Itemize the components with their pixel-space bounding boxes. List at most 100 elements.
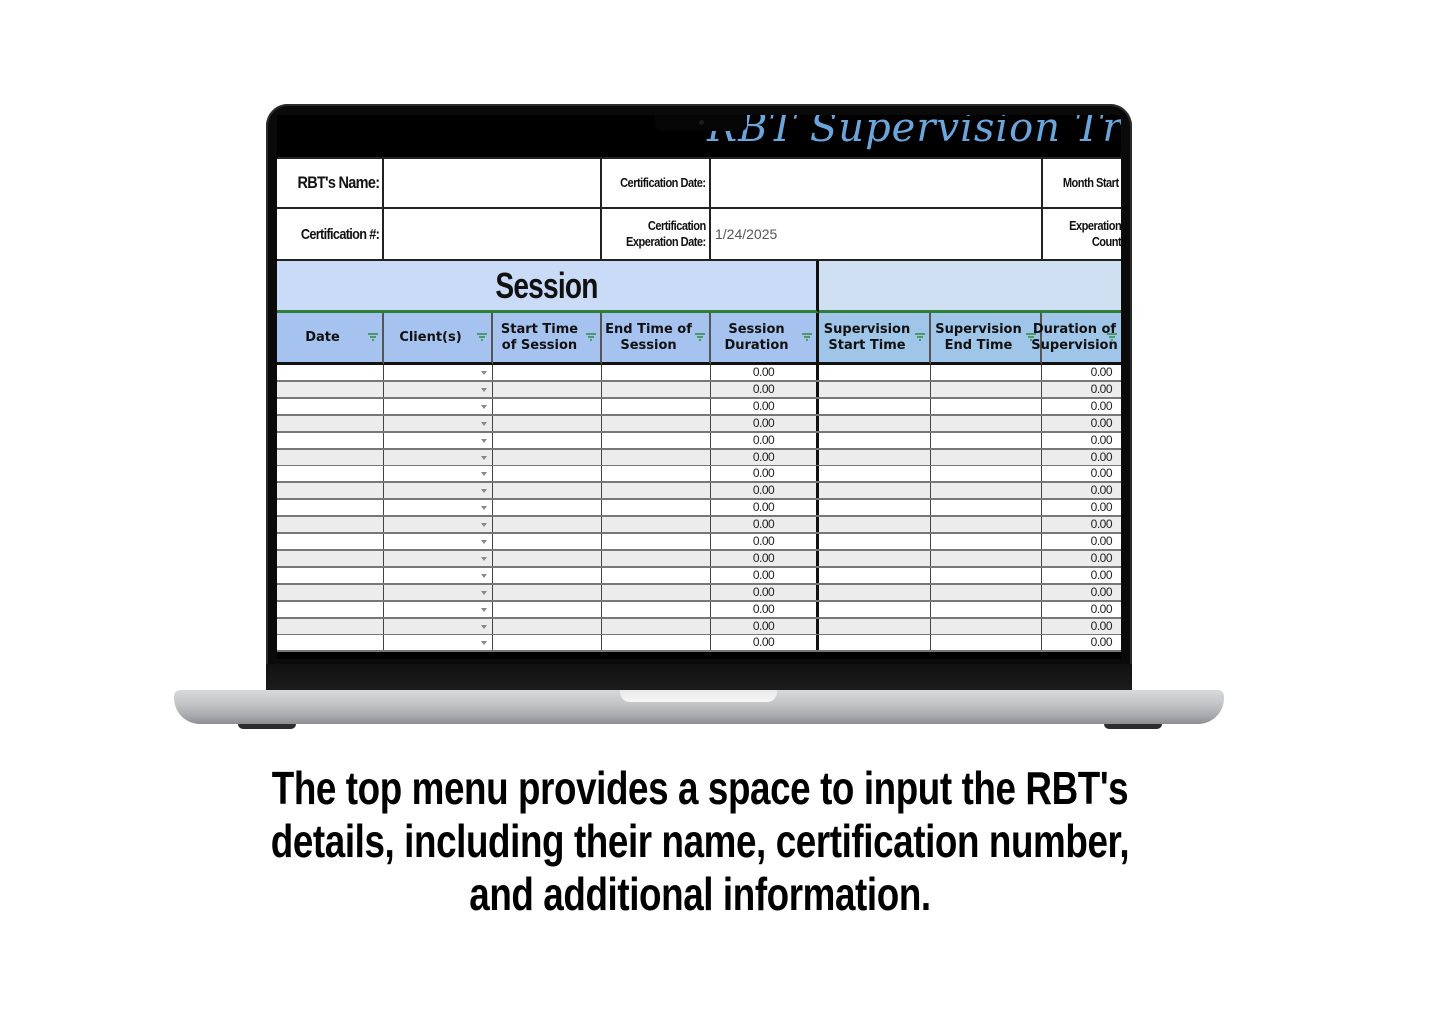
cell-session-end[interactable] <box>602 449 711 465</box>
cell-supervision-duration[interactable]: 0.00 <box>1042 619 1121 634</box>
dropdown-arrow-icon[interactable] <box>481 387 487 392</box>
cell-supervision-duration[interactable]: 0.00 <box>1042 433 1121 448</box>
cell-session-start[interactable] <box>493 584 602 600</box>
cell-session-duration[interactable]: 0.00 <box>711 550 819 566</box>
cell-session-end[interactable] <box>602 601 711 617</box>
cell-session-end[interactable] <box>602 500 711 516</box>
cell-clients[interactable] <box>384 415 493 431</box>
cell-supervision-end[interactable] <box>931 517 1042 533</box>
cell-session-start[interactable] <box>493 466 602 482</box>
cell-session-duration[interactable]: 0.00 <box>711 517 819 533</box>
cell-clients[interactable] <box>384 365 493 380</box>
cell-supervision-end[interactable] <box>931 534 1042 549</box>
cell-session-start[interactable] <box>493 635 602 651</box>
cell-session-end[interactable] <box>602 415 711 431</box>
cell-supervision-start[interactable] <box>819 584 931 600</box>
cell-clients[interactable] <box>384 618 493 634</box>
cell-supervision-start[interactable] <box>819 635 931 651</box>
filter-icon[interactable] <box>802 333 812 342</box>
cell-date[interactable] <box>277 415 384 431</box>
cell-supervision-end[interactable] <box>931 432 1042 448</box>
cell-session-duration[interactable]: 0.00 <box>711 466 819 482</box>
cell-session-end[interactable] <box>602 483 711 499</box>
cell-session-end[interactable] <box>602 635 711 651</box>
cell-supervision-duration[interactable]: 0.00 <box>1042 500 1121 515</box>
cell-supervision-start[interactable] <box>819 415 931 431</box>
cell-clients[interactable] <box>384 483 493 499</box>
cell-date[interactable] <box>277 584 384 600</box>
cell-supervision-duration[interactable]: 0.00 <box>1042 551 1121 566</box>
cell-session-start[interactable] <box>493 449 602 465</box>
cell-session-end[interactable] <box>602 618 711 634</box>
cell-date[interactable] <box>277 365 384 380</box>
cell-clients[interactable] <box>384 466 493 482</box>
cell-clients[interactable] <box>384 601 493 617</box>
dropdown-arrow-icon[interactable] <box>481 506 487 511</box>
column-header-session-start[interactable]: Start Time of Session <box>493 313 602 365</box>
cell-supervision-start[interactable] <box>819 365 931 380</box>
dropdown-arrow-icon[interactable] <box>481 472 487 477</box>
cert-number-input[interactable] <box>384 209 602 261</box>
dropdown-arrow-icon[interactable] <box>481 624 487 629</box>
cell-supervision-duration[interactable]: 0.00 <box>1042 365 1121 380</box>
cell-session-start[interactable] <box>493 517 602 533</box>
cell-date[interactable] <box>277 449 384 465</box>
cert-exp-input[interactable]: 1/24/2025 <box>711 209 1043 261</box>
filter-icon[interactable] <box>915 333 925 342</box>
cell-session-end[interactable] <box>602 381 711 397</box>
filter-icon[interactable] <box>586 333 596 342</box>
cell-session-start[interactable] <box>493 398 602 414</box>
dropdown-arrow-icon[interactable] <box>481 590 487 595</box>
cell-supervision-start[interactable] <box>819 517 931 533</box>
cell-date[interactable] <box>277 601 384 617</box>
cell-clients[interactable] <box>384 584 493 600</box>
cell-session-end[interactable] <box>602 534 711 549</box>
cell-supervision-start[interactable] <box>819 449 931 465</box>
cell-session-start[interactable] <box>493 618 602 634</box>
cell-supervision-start[interactable] <box>819 567 931 583</box>
column-header-session-end[interactable]: End Time of Session <box>602 313 711 365</box>
dropdown-arrow-icon[interactable] <box>481 573 487 578</box>
rbt-name-input[interactable] <box>384 157 602 209</box>
cell-clients[interactable] <box>384 635 493 651</box>
column-header-supervision-end[interactable]: Supervision End Time <box>931 313 1042 365</box>
cell-session-duration[interactable]: 0.00 <box>711 483 819 499</box>
cell-session-duration[interactable]: 0.00 <box>711 584 819 600</box>
cell-date[interactable] <box>277 381 384 397</box>
cell-supervision-end[interactable] <box>931 500 1042 516</box>
cell-supervision-duration[interactable]: 0.00 <box>1042 416 1121 431</box>
cell-session-start[interactable] <box>493 365 602 380</box>
cell-date[interactable] <box>277 432 384 448</box>
cell-date[interactable] <box>277 567 384 583</box>
dropdown-arrow-icon[interactable] <box>481 540 487 544</box>
cell-session-end[interactable] <box>602 398 711 414</box>
cell-supervision-start[interactable] <box>819 534 931 549</box>
dropdown-arrow-icon[interactable] <box>481 523 487 528</box>
cell-supervision-start[interactable] <box>819 466 931 482</box>
cell-supervision-start[interactable] <box>819 500 931 516</box>
dropdown-arrow-icon[interactable] <box>481 489 487 494</box>
cell-clients[interactable] <box>384 398 493 414</box>
cell-session-start[interactable] <box>493 415 602 431</box>
cell-date[interactable] <box>277 618 384 634</box>
cell-session-start[interactable] <box>493 534 602 549</box>
cell-supervision-duration[interactable]: 0.00 <box>1042 585 1121 600</box>
cell-supervision-start[interactable] <box>819 618 931 634</box>
cell-date[interactable] <box>277 398 384 414</box>
column-header-supervision-duration[interactable]: Duration of Supervision <box>1031 313 1121 365</box>
cell-session-duration[interactable]: 0.00 <box>711 381 819 397</box>
column-header-date[interactable]: Date <box>277 313 384 365</box>
cell-supervision-end[interactable] <box>931 550 1042 566</box>
dropdown-arrow-icon[interactable] <box>481 404 487 409</box>
cell-supervision-duration[interactable]: 0.00 <box>1042 399 1121 414</box>
cell-date[interactable] <box>277 483 384 499</box>
cell-supervision-end[interactable] <box>931 398 1042 414</box>
column-header-session-duration[interactable]: Session Duration <box>711 313 819 365</box>
cell-supervision-duration[interactable]: 0.00 <box>1042 568 1121 583</box>
cell-session-end[interactable] <box>602 584 711 600</box>
cell-date[interactable] <box>277 550 384 566</box>
cell-clients[interactable] <box>384 449 493 465</box>
cell-supervision-end[interactable] <box>931 483 1042 499</box>
cell-session-start[interactable] <box>493 432 602 448</box>
cell-supervision-end[interactable] <box>931 381 1042 397</box>
